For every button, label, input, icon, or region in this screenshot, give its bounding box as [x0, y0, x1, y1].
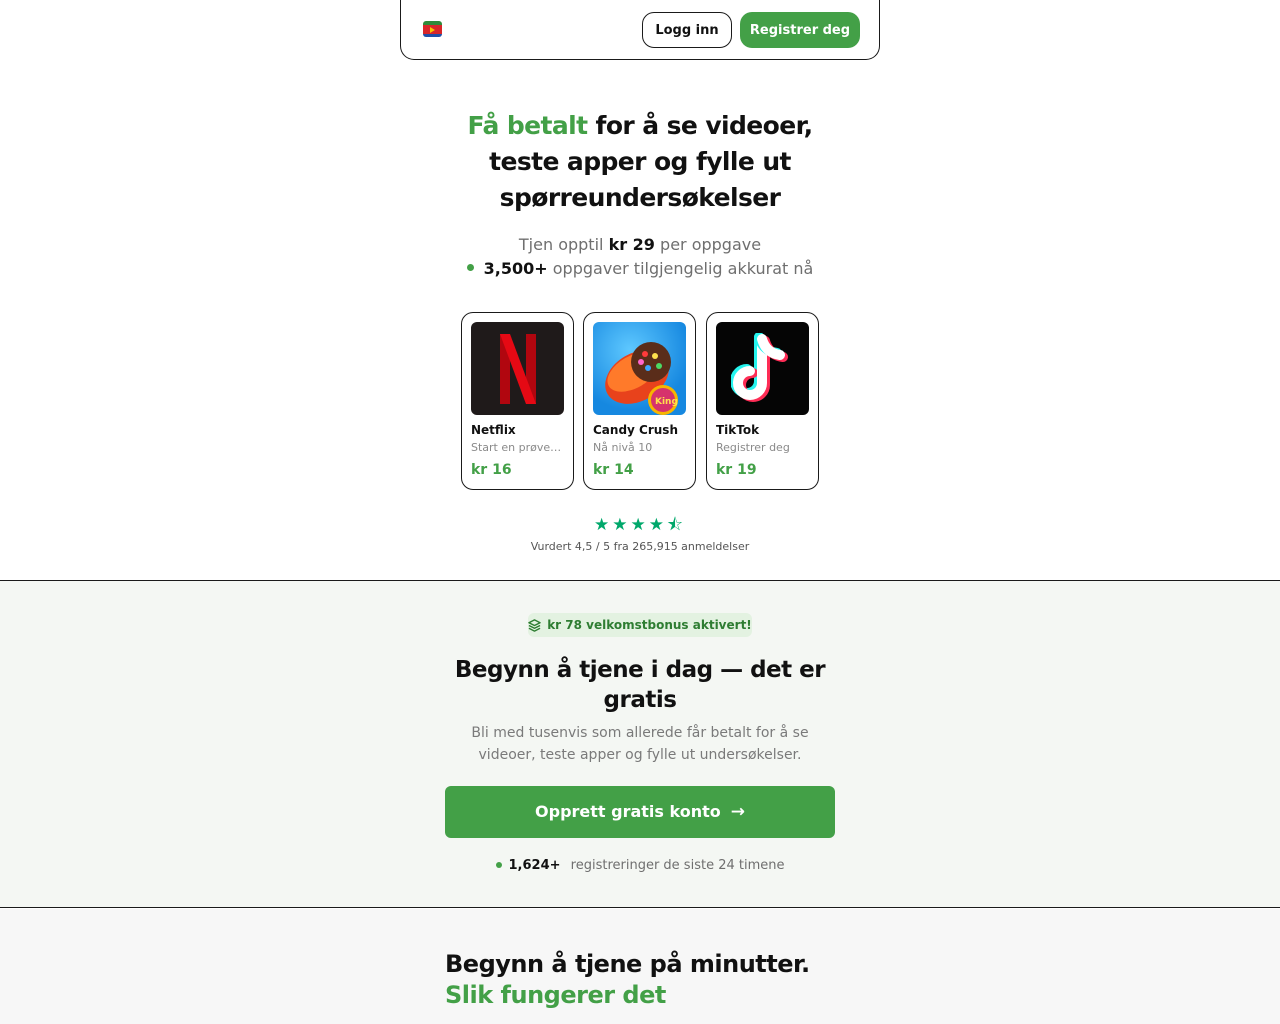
signup-description: Bli med tusenvis som allerede får betalt… — [471, 725, 809, 763]
task-desc: Nå nivå 10 — [593, 441, 653, 454]
register-button[interactable]: Registrer deg — [740, 12, 860, 48]
task-card-candy-crush[interactable]: King Candy Crush Nå nivå 10 kr 14 — [583, 312, 696, 490]
how-it-works-title: Begynn å tjene på minutter. Slik fungere… — [445, 949, 810, 1011]
task-price: kr 16 — [471, 462, 512, 478]
top-nav: Logg inn Registrer deg — [400, 0, 880, 60]
arrow-right-icon: → — [730, 802, 745, 822]
task-name: Candy Crush — [593, 423, 678, 437]
create-account-button[interactable]: Opprett gratis konto → — [445, 786, 835, 838]
signups-count: 1,624+ — [508, 858, 561, 873]
task-price: kr 14 — [593, 462, 634, 478]
candy-crush-logo-icon: King — [593, 322, 686, 415]
signups-suffix: registreringer de siste 24 timene — [570, 858, 785, 873]
how-subtitle: Slik fungerer det — [445, 981, 666, 1009]
bonus-text: kr 78 velkomstbonus aktivert! — [547, 618, 752, 632]
bonus-badge: kr 78 velkomstbonus aktivert! — [528, 613, 752, 637]
earn-line: Tjen opptil kr 29 per oppgave — [400, 233, 880, 257]
create-account-label: Opprett gratis konto — [535, 802, 721, 821]
netflix-logo-icon — [471, 322, 564, 415]
recent-signups: 1,624+ registreringer de siste 24 timene — [440, 858, 840, 873]
stack-icon — [528, 618, 541, 632]
tasks-available-line: 3,500+ oppgaver tilgjengelig akkurat nå — [400, 257, 880, 281]
tiktok-logo-icon — [716, 322, 809, 415]
task-price: kr 19 — [716, 462, 757, 478]
hero-title: Få betalt for å se videoer, teste apper … — [440, 108, 840, 216]
live-dot-icon — [495, 861, 502, 868]
rating-text: Vurdert 4,5 / 5 fra 265,915 anmeldelser — [530, 540, 750, 553]
task-card-tiktok[interactable]: TikTok Registrer deg kr 19 — [706, 312, 819, 490]
login-button[interactable]: Logg inn — [642, 12, 732, 48]
svg-text:King: King — [655, 397, 678, 407]
task-name: Netflix — [471, 423, 516, 437]
tasks-suffix: oppgaver tilgjengelig akkurat nå — [552, 259, 814, 278]
hero-title-highlight: Få betalt — [467, 111, 588, 140]
task-card-netflix[interactable]: Netflix Start en prøveperiode kr 16 — [461, 312, 574, 490]
earn-prefix: Tjen opptil — [518, 235, 604, 254]
earn-suffix: per oppgave — [660, 235, 762, 254]
signup-section: kr 78 velkomstbonus aktivert! Begynn å t… — [0, 580, 1280, 908]
how-title: Begynn å tjene på minutter. — [445, 950, 810, 978]
rating-stars-icon: ★★★★⯪ — [593, 515, 687, 535]
task-desc: Start en prøveperiode — [471, 441, 566, 454]
how-it-works-section: Begynn å tjene på minutter. Slik fungere… — [0, 909, 1280, 1024]
live-dot-icon — [466, 264, 474, 271]
logo-icon[interactable] — [423, 21, 442, 37]
task-desc: Registrer deg — [716, 441, 790, 454]
task-name: TikTok — [716, 423, 760, 437]
tasks-count: 3,500+ — [483, 259, 548, 278]
signup-title: Begynn å tjene i dag — det er gratis — [454, 657, 826, 713]
earn-amount: kr 29 — [608, 235, 655, 254]
